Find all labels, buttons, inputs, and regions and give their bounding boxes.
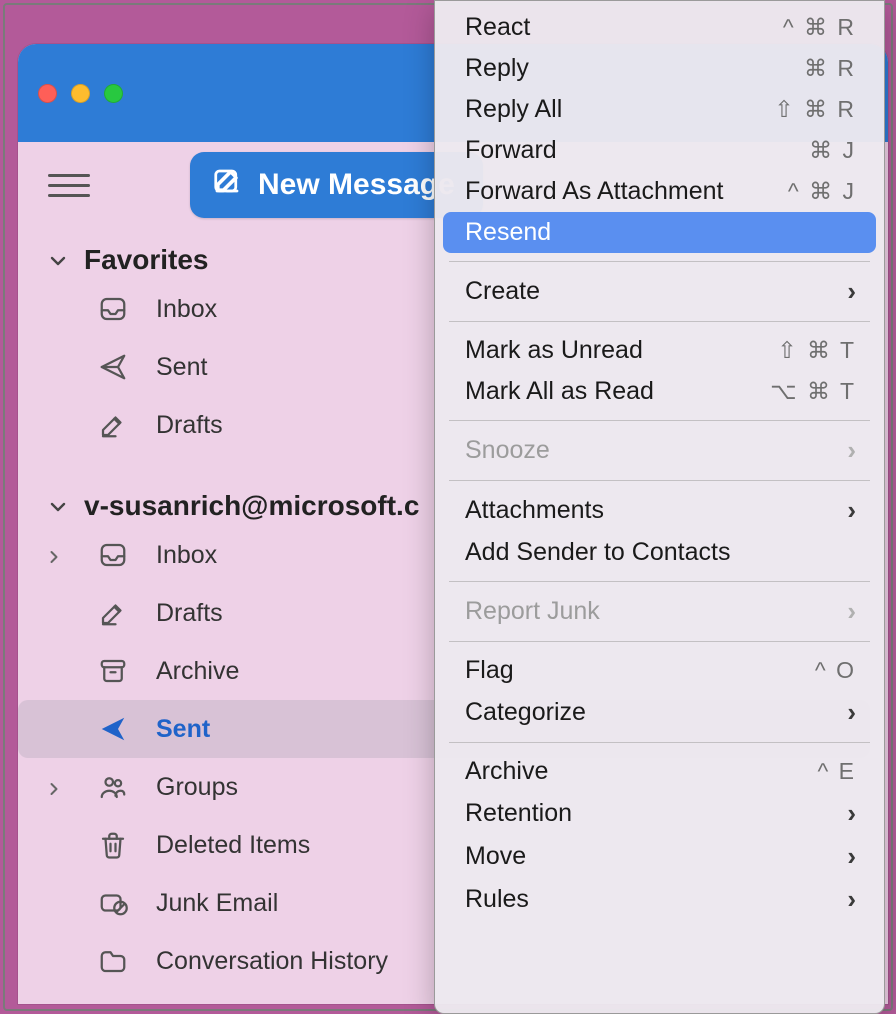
menu-item-label: Rules xyxy=(465,885,529,914)
folder-label: Conversation History xyxy=(156,947,388,976)
menu-item-label: Report Junk xyxy=(465,597,600,626)
menu-item-mark-all-as-read[interactable]: Mark All as Read ⌥ ⌘ T xyxy=(443,371,876,412)
menu-separator xyxy=(449,321,870,322)
menu-item-forward[interactable]: Forward ⌘ J xyxy=(443,130,876,171)
window-controls xyxy=(38,84,123,103)
menu-item-label: Attachments xyxy=(465,496,604,525)
chevron-right-icon: › xyxy=(847,798,856,829)
folder-label: Groups xyxy=(156,773,238,802)
menu-item-archive[interactable]: Archive ^ E xyxy=(443,751,876,792)
menu-item-react[interactable]: React ^ ⌘ R xyxy=(443,7,876,48)
folder-label: Sent xyxy=(156,715,210,744)
send-icon xyxy=(98,714,128,744)
menu-separator xyxy=(449,420,870,421)
menu-item-flag[interactable]: Flag ^ O xyxy=(443,650,876,691)
menu-item-label: Archive xyxy=(465,757,548,786)
junk-icon xyxy=(98,888,128,918)
keyboard-shortcut: ⌘ R xyxy=(804,55,856,82)
menu-separator xyxy=(449,581,870,582)
folder-label: Sent xyxy=(156,353,207,382)
chevron-right-icon: › xyxy=(847,697,856,728)
keyboard-shortcut: ^ ⌘ J xyxy=(788,178,856,205)
menu-item-label: Create xyxy=(465,277,540,306)
chevron-right-icon: › xyxy=(847,276,856,307)
keyboard-shortcut: ⇧ ⌘ R xyxy=(774,96,856,123)
menu-item-label: Reply All xyxy=(465,95,562,124)
menu-item-mark-as-unread[interactable]: Mark as Unread ⇧ ⌘ T xyxy=(443,330,876,371)
archive-icon xyxy=(98,656,128,686)
menu-item-label: Move xyxy=(465,842,526,871)
menu-item-resend[interactable]: Resend xyxy=(443,212,876,253)
drafts-icon xyxy=(98,598,128,628)
drafts-icon xyxy=(98,410,128,440)
menu-separator xyxy=(449,641,870,642)
send-icon xyxy=(98,352,128,382)
menu-item-snooze: Snooze › xyxy=(443,429,876,472)
menu-item-label: Forward xyxy=(465,136,557,165)
keyboard-shortcut: ⇧ ⌘ T xyxy=(777,337,856,364)
menu-item-reply-all[interactable]: Reply All ⇧ ⌘ R xyxy=(443,89,876,130)
menu-item-label: Mark as Unread xyxy=(465,336,643,365)
menu-item-label: Resend xyxy=(465,218,551,247)
menu-item-label: Forward As Attachment xyxy=(465,177,723,206)
menu-item-attachments[interactable]: Attachments › xyxy=(443,489,876,532)
menu-item-label: Add Sender to Contacts xyxy=(465,538,730,567)
keyboard-shortcut: ^ ⌘ R xyxy=(783,14,856,41)
chevron-right-icon: › xyxy=(847,435,856,466)
menu-item-label: React xyxy=(465,13,530,42)
menu-item-retention[interactable]: Retention › xyxy=(443,792,876,835)
chevron-right-icon: › xyxy=(847,495,856,526)
menu-item-rules[interactable]: Rules › xyxy=(443,878,876,921)
menu-item-label: Reply xyxy=(465,54,529,83)
account-label: v-susanrich@microsoft.c xyxy=(84,490,419,522)
groups-icon xyxy=(98,772,128,802)
menu-item-add-sender-to-contacts[interactable]: Add Sender to Contacts xyxy=(443,532,876,573)
keyboard-shortcut: ^ E xyxy=(817,758,856,785)
menu-item-move[interactable]: Move › xyxy=(443,835,876,878)
menu-separator xyxy=(449,261,870,262)
context-menu: React ^ ⌘ R Reply ⌘ R Reply All ⇧ ⌘ R Forward ⌘… xyxy=(434,0,885,1014)
minimize-window-button[interactable] xyxy=(71,84,90,103)
keyboard-shortcut: ⌥ ⌘ T xyxy=(770,378,856,405)
menu-separator xyxy=(449,480,870,481)
keyboard-shortcut: ^ O xyxy=(815,657,856,684)
folder-label: Inbox xyxy=(156,541,217,570)
menu-item-reply[interactable]: Reply ⌘ R xyxy=(443,48,876,89)
chevron-right-icon[interactable] xyxy=(44,545,64,565)
menu-item-label: Flag xyxy=(465,656,514,685)
menu-item-label: Snooze xyxy=(465,436,550,465)
compose-icon xyxy=(212,166,242,204)
inbox-icon xyxy=(98,540,128,570)
menu-item-label: Categorize xyxy=(465,698,586,727)
close-window-button[interactable] xyxy=(38,84,57,103)
menu-item-report-junk: Report Junk › xyxy=(443,590,876,633)
chevron-right-icon[interactable] xyxy=(44,777,64,797)
menu-item-label: Mark All as Read xyxy=(465,377,654,406)
chevron-right-icon: › xyxy=(847,884,856,915)
new-message-label: New Message xyxy=(258,168,455,202)
folder-label: Junk Email xyxy=(156,889,278,918)
favorites-label: Favorites xyxy=(84,244,209,276)
inbox-icon xyxy=(98,294,128,324)
chevron-right-icon: › xyxy=(847,596,856,627)
menu-item-forward-as-attachment[interactable]: Forward As Attachment ^ ⌘ J xyxy=(443,171,876,212)
menu-item-create[interactable]: Create › xyxy=(443,270,876,313)
hamburger-menu-button[interactable] xyxy=(44,160,94,210)
folder-icon xyxy=(98,946,128,976)
folder-label: Drafts xyxy=(156,599,223,628)
zoom-window-button[interactable] xyxy=(104,84,123,103)
folder-label: Drafts xyxy=(156,411,223,440)
chevron-down-icon xyxy=(46,494,70,518)
keyboard-shortcut: ⌘ J xyxy=(809,137,856,164)
folder-label: Deleted Items xyxy=(156,831,310,860)
chevron-right-icon: › xyxy=(847,841,856,872)
folder-label: Inbox xyxy=(156,295,217,324)
chevron-down-icon xyxy=(46,248,70,272)
folder-label: Archive xyxy=(156,657,239,686)
trash-icon xyxy=(98,830,128,860)
menu-separator xyxy=(449,742,870,743)
menu-item-label: Retention xyxy=(465,799,572,828)
menu-item-categorize[interactable]: Categorize › xyxy=(443,691,876,734)
